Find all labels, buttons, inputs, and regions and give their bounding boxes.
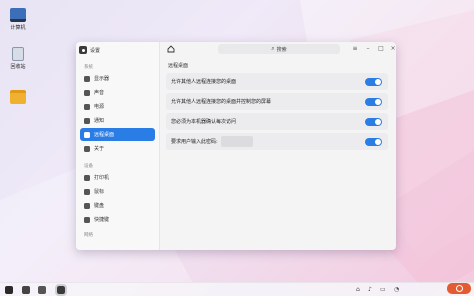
window-title: 设置 (90, 47, 101, 54)
sidebar-item-printer[interactable]: 打印机 (80, 171, 155, 184)
settings-app-icon (79, 46, 87, 54)
desktop-icon-label: 回收站 (10, 64, 26, 70)
multitask-icon[interactable] (22, 286, 30, 294)
setting-row-allow-remote: 允许其他人远程连接您的桌面 (166, 73, 388, 90)
launcher-icon[interactable] (5, 286, 13, 294)
keyboard-icon (84, 202, 90, 209)
sidebar-group-system: 系统 (84, 65, 93, 70)
password-field[interactable] (220, 136, 253, 147)
sidebar-item-label: 打印机 (94, 175, 110, 181)
home-icon (167, 45, 174, 53)
desktop-icon-trash[interactable]: 回收站 (3, 47, 33, 70)
taskbar: ⌂ ♪ ▭ ◔ (0, 282, 474, 296)
require-password-toggle[interactable] (365, 137, 382, 146)
setting-label: 您必须为本机器确认每次访问 (171, 119, 237, 125)
desktop-icon-computer[interactable]: 计算机 (3, 8, 33, 31)
sidebar-item-about[interactable]: 关于 (80, 142, 155, 155)
confirm-access-toggle[interactable] (365, 117, 382, 126)
sidebar-group-network: 网络 (84, 233, 93, 238)
sidebar-group-devices: 设备 (84, 164, 93, 169)
sidebar: 设置 系统 显示器 声音 电源 通知 远程桌面 关于 设备 打印机 鼠标 键盘 … (76, 42, 160, 250)
sidebar-item-power[interactable]: 电源 (80, 100, 155, 113)
mouse-icon (84, 188, 90, 195)
power-icon (84, 103, 90, 110)
content-area: ⌕ 搜索 ≡ – □ × 远程桌面 允许其他人远程连接您的桌面 允许其他人远程连… (160, 42, 396, 250)
watermark-logo (447, 283, 471, 294)
notification-icon (84, 117, 90, 124)
minimize-button[interactable]: – (363, 44, 373, 54)
display-icon (84, 75, 90, 82)
home-button[interactable] (166, 45, 175, 54)
close-button[interactable]: × (388, 44, 396, 54)
sound-icon (84, 89, 90, 96)
sidebar-item-remote-desktop[interactable]: 远程桌面 (80, 128, 155, 141)
info-icon (84, 145, 90, 152)
watermark-icon (455, 285, 463, 292)
menu-button[interactable]: ≡ (350, 44, 360, 54)
sidebar-item-label: 显示器 (94, 76, 110, 82)
sidebar-item-mouse[interactable]: 鼠标 (80, 185, 155, 198)
search-icon: ⌕ (271, 45, 275, 52)
window-title-bar: 设置 (76, 43, 159, 57)
shortcut-icon (84, 216, 90, 223)
search-input[interactable]: ⌕ 搜索 (218, 44, 340, 54)
search-placeholder: 搜索 (276, 46, 287, 53)
notification-tray-icon[interactable]: ◔ (394, 285, 399, 295)
sidebar-item-label: 键盘 (94, 203, 105, 209)
sidebar-item-display[interactable]: 显示器 (80, 72, 155, 85)
sidebar-item-label: 声音 (94, 90, 105, 96)
battery-icon[interactable]: ▭ (380, 285, 386, 295)
allow-control-toggle[interactable] (365, 97, 382, 106)
folder-icon (10, 90, 26, 104)
sidebar-item-label: 鼠标 (94, 189, 105, 195)
top-bar: ⌕ 搜索 ≡ – □ × (160, 42, 396, 56)
sidebar-item-sound[interactable]: 声音 (80, 86, 155, 99)
setting-row-require-password: 要求用户输入此密码: (166, 133, 388, 150)
computer-icon (10, 8, 26, 22)
desktop-icon-folder[interactable] (3, 90, 33, 106)
file-manager-icon[interactable] (38, 286, 46, 294)
trash-icon (12, 47, 24, 61)
section-title: 远程桌面 (168, 63, 189, 69)
printer-icon (84, 174, 90, 181)
setting-label: 允许其他人远程连接您的桌面并控制您的屏幕 (171, 99, 272, 105)
volume-icon[interactable]: ♪ (368, 285, 372, 295)
remote-desktop-icon (84, 131, 90, 138)
settings-taskbar-icon[interactable] (55, 284, 67, 296)
sidebar-item-label: 远程桌面 (94, 132, 115, 138)
sidebar-item-notification[interactable]: 通知 (80, 114, 155, 127)
sidebar-item-label: 快捷键 (94, 217, 110, 223)
network-icon[interactable]: ⌂ (356, 285, 360, 295)
desktop-icon-label: 计算机 (10, 25, 26, 31)
allow-remote-toggle[interactable] (365, 77, 382, 86)
setting-label: 允许其他人远程连接您的桌面 (171, 79, 237, 85)
sidebar-item-keyboard[interactable]: 键盘 (80, 199, 155, 212)
maximize-button[interactable]: □ (376, 44, 386, 54)
sidebar-item-label: 关于 (94, 146, 105, 152)
sidebar-item-label: 通知 (94, 118, 105, 124)
setting-label-wrap: 要求用户输入此密码: (171, 136, 253, 147)
sidebar-item-shortcuts[interactable]: 快捷键 (80, 213, 155, 226)
setting-row-allow-control: 允许其他人远程连接您的桌面并控制您的屏幕 (166, 93, 388, 110)
settings-window: 设置 系统 显示器 声音 电源 通知 远程桌面 关于 设备 打印机 鼠标 键盘 … (76, 42, 396, 250)
sidebar-item-label: 电源 (94, 104, 105, 110)
setting-label: 要求用户输入此密码: (171, 139, 218, 145)
setting-row-confirm-access: 您必须为本机器确认每次访问 (166, 113, 388, 130)
